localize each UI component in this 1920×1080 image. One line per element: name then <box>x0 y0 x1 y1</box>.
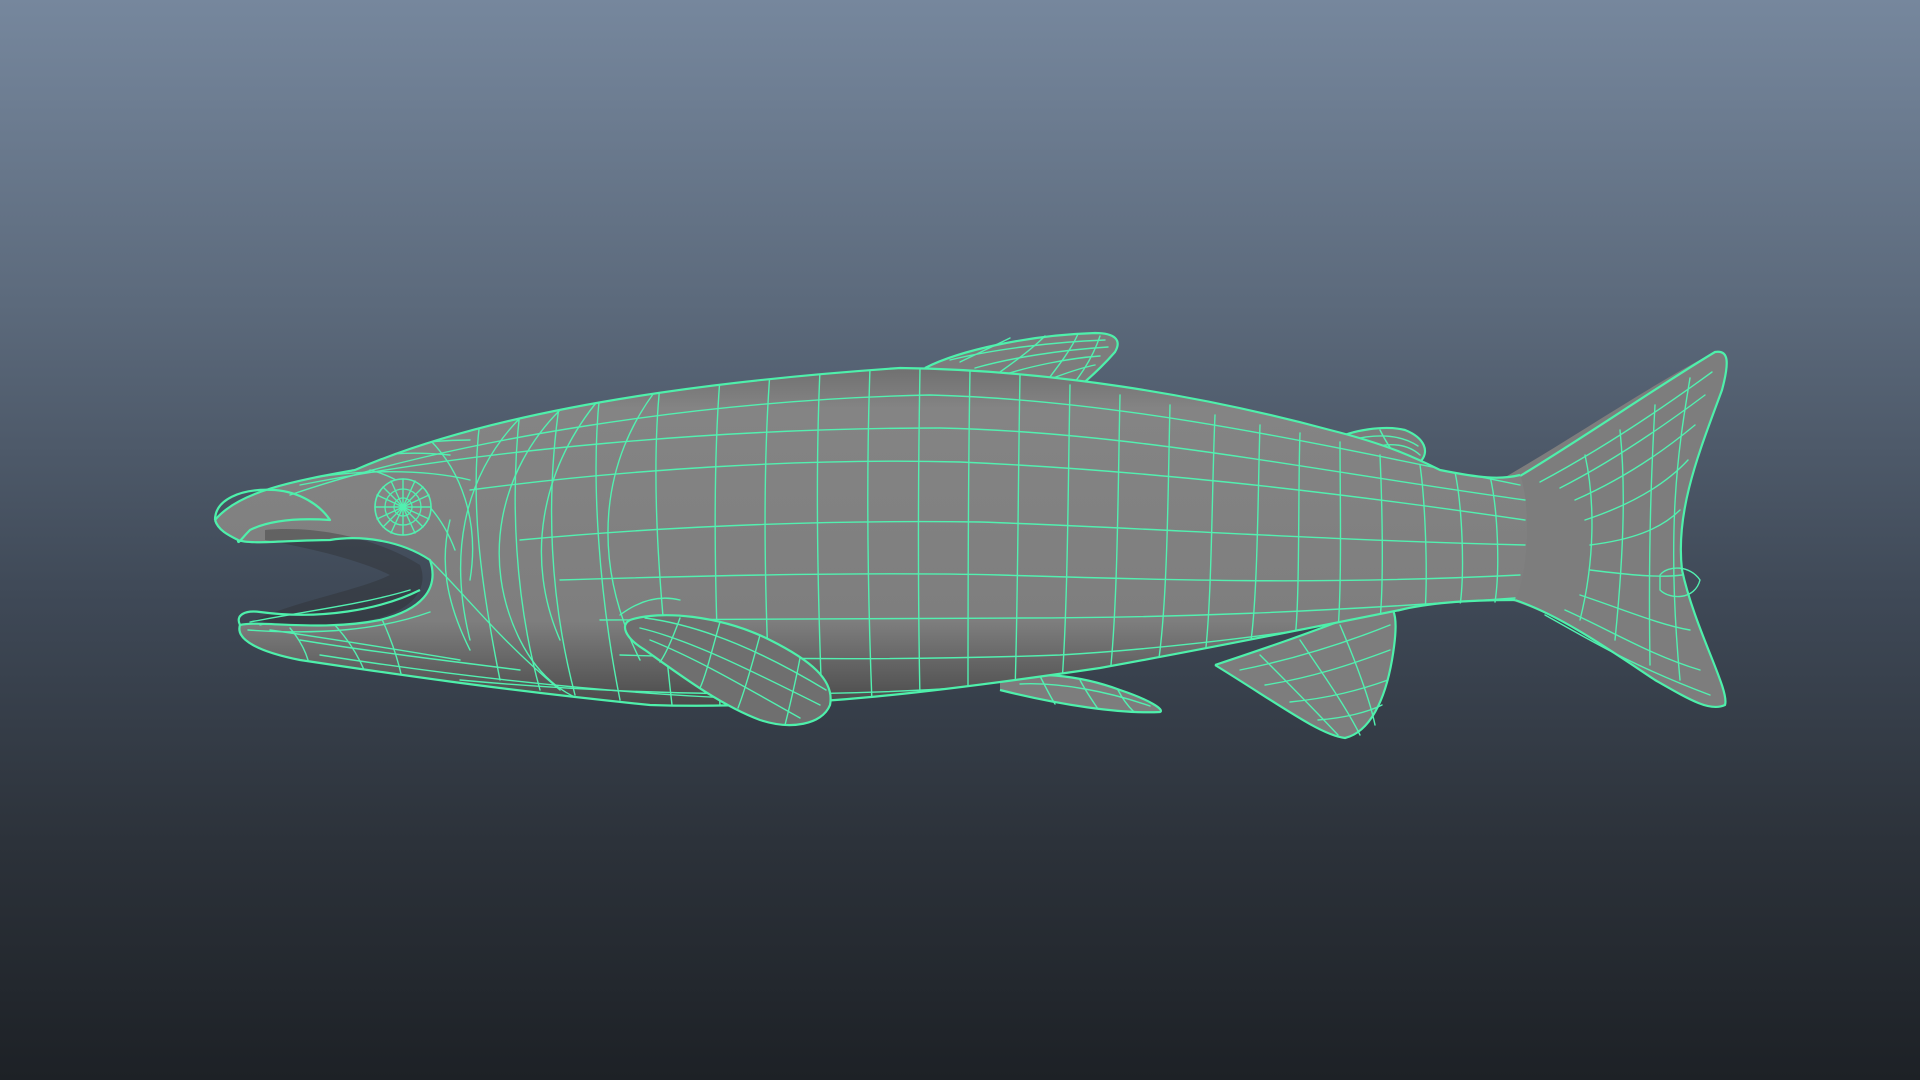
caudal-fin[interactable] <box>1500 350 1728 709</box>
3d-viewport[interactable] <box>0 0 1920 1080</box>
salmon-model[interactable] <box>0 0 1920 1080</box>
fish-eye[interactable] <box>374 478 432 536</box>
pelvic-fin[interactable] <box>999 673 1163 714</box>
